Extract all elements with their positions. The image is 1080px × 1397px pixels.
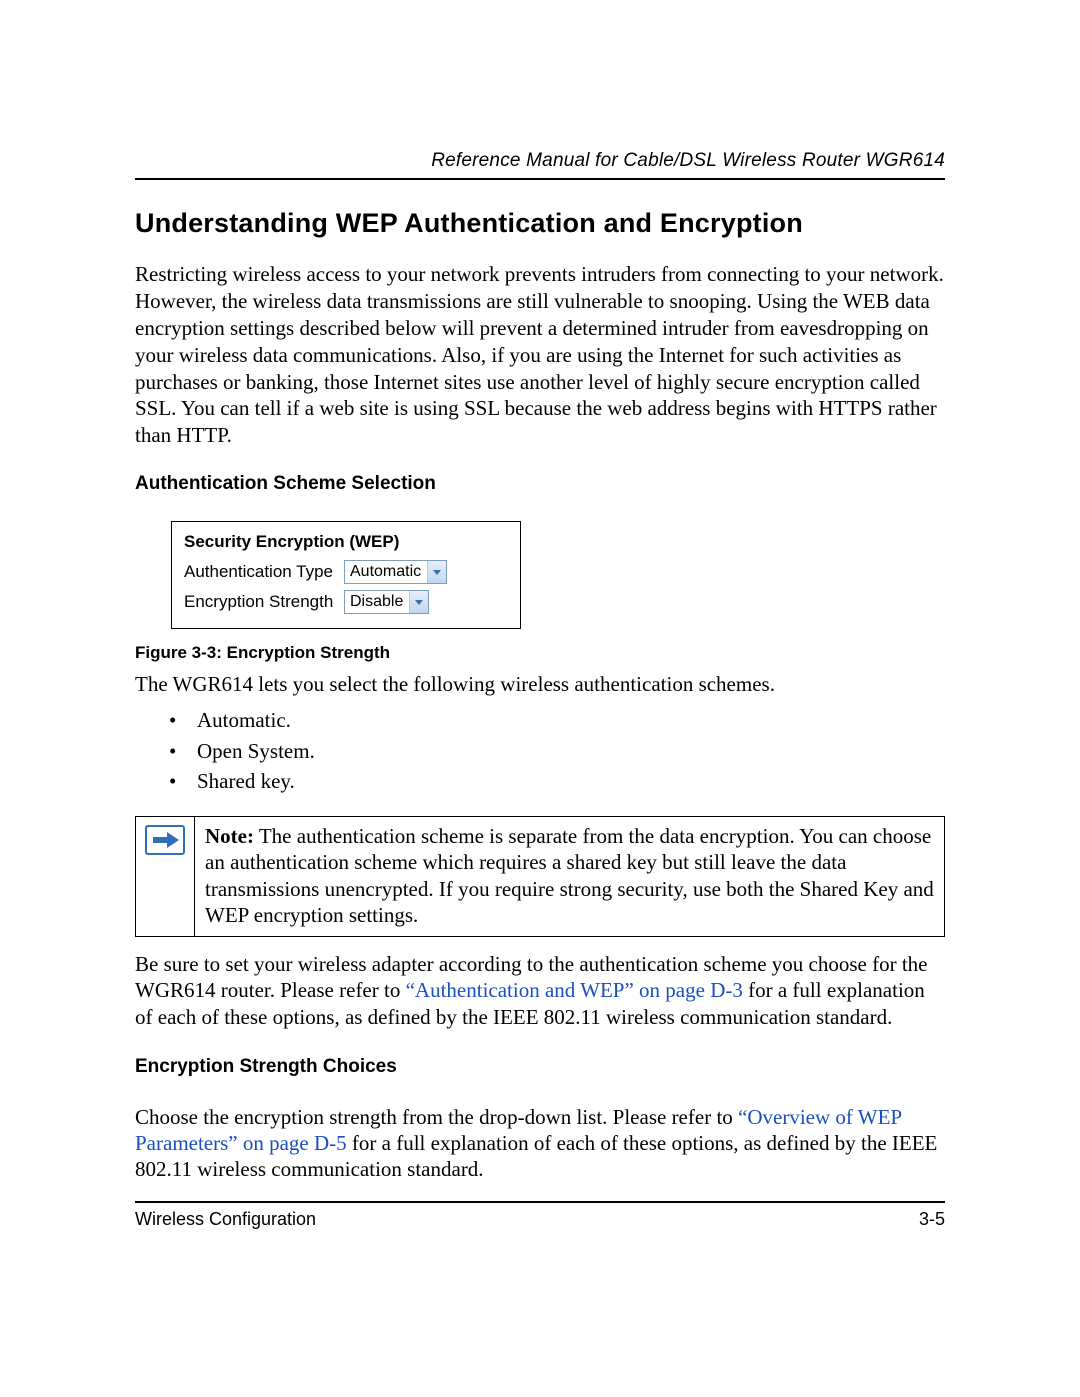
note-text: Note: The authentication scheme is separ… — [195, 817, 944, 936]
dropdown-auth-type[interactable]: Automatic — [344, 560, 447, 584]
xref-auth-and-wep[interactable]: “Authentication and WEP” on page D-3 — [406, 978, 743, 1002]
chevron-down-icon — [427, 561, 446, 583]
row-auth-type: Authentication Type Automatic — [184, 560, 508, 584]
arrow-right-icon — [145, 825, 185, 855]
page: Reference Manual for Cable/DSL Wireless … — [0, 0, 1080, 1230]
list-item: Automatic. — [169, 707, 945, 733]
text: Choose the encryption strength from the … — [135, 1105, 738, 1129]
rule-bottom — [135, 1201, 945, 1203]
after-note-paragraph: Be sure to set your wireless adapter acc… — [135, 951, 945, 1030]
dropdown-enc-strength[interactable]: Disable — [344, 590, 429, 614]
running-header: Reference Manual for Cable/DSL Wireless … — [135, 150, 945, 172]
chevron-down-icon — [409, 591, 428, 613]
wep-settings-panel: Security Encryption (WEP) Authentication… — [171, 521, 521, 629]
schemes-lead: The WGR614 lets you select the following… — [135, 671, 945, 697]
dropdown-auth-type-value: Automatic — [345, 561, 427, 583]
note-body: The authentication scheme is separate fr… — [205, 824, 934, 927]
panel-title: Security Encryption (WEP) — [184, 532, 508, 552]
subhead-auth-scheme: Authentication Scheme Selection — [135, 473, 945, 495]
schemes-list: Automatic. Open System. Shared key. — [135, 707, 945, 794]
figure-3-3: Security Encryption (WEP) Authentication… — [171, 521, 945, 629]
label-auth-type: Authentication Type — [184, 562, 344, 582]
footer-left: Wireless Configuration — [135, 1209, 316, 1230]
note-box: Note: The authentication scheme is separ… — [135, 816, 945, 937]
note-label: Note: — [205, 824, 254, 848]
page-footer: Wireless Configuration 3-5 — [135, 1209, 945, 1230]
enc-strength-paragraph: Choose the encryption strength from the … — [135, 1104, 945, 1183]
subhead-enc-strength: Encryption Strength Choices — [135, 1056, 945, 1078]
list-item: Shared key. — [169, 768, 945, 794]
note-icon-cell — [136, 817, 195, 936]
footer-right: 3-5 — [919, 1209, 945, 1230]
section-title: Understanding WEP Authentication and Enc… — [135, 208, 945, 239]
list-item: Open System. — [169, 738, 945, 764]
figure-caption: Figure 3-3: Encryption Strength — [135, 643, 945, 663]
rule-top — [135, 178, 945, 180]
intro-paragraph: Restricting wireless access to your netw… — [135, 261, 945, 449]
dropdown-enc-strength-value: Disable — [345, 591, 409, 613]
label-enc-strength: Encryption Strength — [184, 592, 344, 612]
row-enc-strength: Encryption Strength Disable — [184, 590, 508, 614]
